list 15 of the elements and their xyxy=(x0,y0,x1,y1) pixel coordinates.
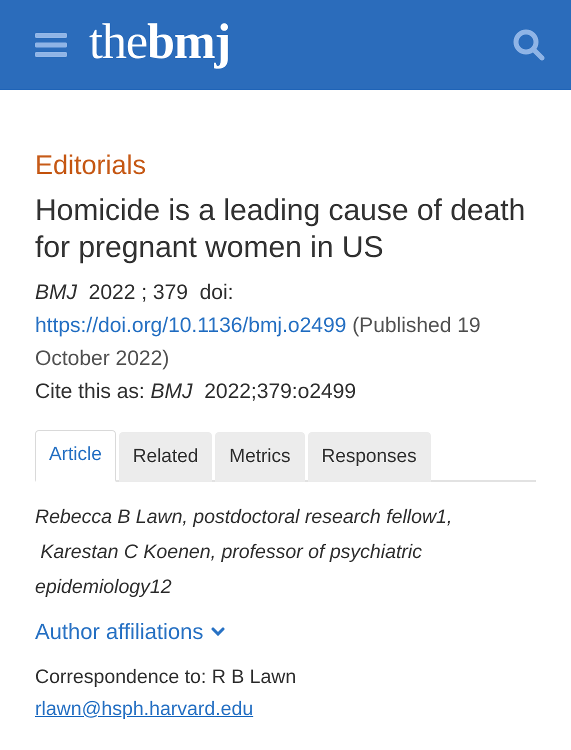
author-affiliations-link[interactable]: Author affiliations xyxy=(35,619,226,645)
tab[interactable]: Responses xyxy=(308,432,431,482)
citation-text: BMJ 2022 ; 379 doi: https://doi.org/10.1136/bmj.o2499 (Published 19 October 2022) xyxy=(35,280,482,372)
article-title: Homicide is a leading cause of death for pregnant women in US xyxy=(35,193,526,266)
tab[interactable]: Related xyxy=(118,432,212,482)
doi-link[interactable]: https://doi.org/10.1136/bmj.o2499 xyxy=(35,314,346,337)
tab[interactable]: Metrics xyxy=(215,432,305,482)
correspondence-text: Correspondence to: R B Lawn xyxy=(35,665,298,690)
search-icon[interactable] xyxy=(512,28,546,62)
menu-icon[interactable] xyxy=(35,32,67,58)
section-label: Editorials xyxy=(35,149,148,182)
cite-as-text: Cite this as: BMJ 2022;379:o2499 xyxy=(35,379,358,405)
email-link[interactable]: rlawn@hsph.harvard.edu xyxy=(35,693,254,725)
author-list: Rebecca B Lawn, postdoctoral research fellow1, Karestan C Koenen, professor of psychiatric epidemiology12 xyxy=(35,500,536,605)
tab[interactable]: Article xyxy=(35,430,116,482)
